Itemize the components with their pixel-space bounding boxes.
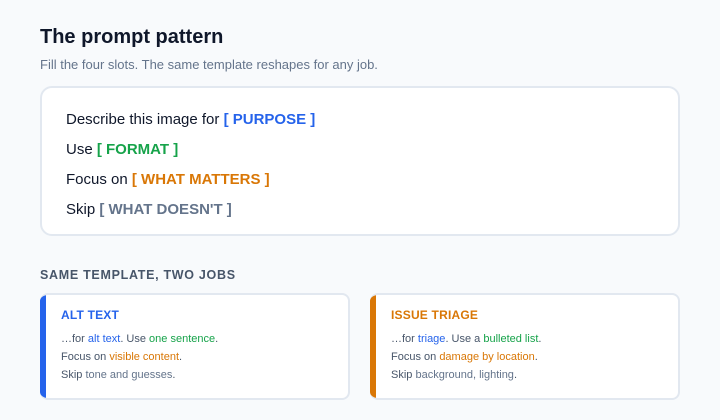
job-text: . Use a <box>445 333 484 345</box>
template-text: Use <box>66 141 97 158</box>
purpose-slot: [ PURPOSE ] <box>223 111 316 128</box>
job-text: . <box>172 369 176 381</box>
job-text: . <box>513 369 517 381</box>
job-format: one sentence <box>149 333 216 345</box>
template-line-skip: Skip [ WHAT DOESN'T ] <box>66 200 678 230</box>
job-focus-line: Focus on visible content. <box>61 348 218 366</box>
job-focus: visible content <box>109 351 180 363</box>
template-text: Describe this image for <box>66 111 224 128</box>
section-label: SAME TEMPLATE, TWO JOBS <box>40 268 236 282</box>
prompt-template-card: Describe this image for [ PURPOSE ] Use … <box>40 86 680 236</box>
job-title: ALT TEXT <box>61 308 120 322</box>
job-focus-line: Focus on damage by location. <box>391 348 541 366</box>
what-doesnt-slot: [ WHAT DOESN'T ] <box>99 201 232 218</box>
job-text: . <box>538 333 542 345</box>
page-title: The prompt pattern <box>40 26 224 48</box>
page-subtitle: Fill the four slots. The same template r… <box>40 57 378 72</box>
job-text: . <box>179 351 183 363</box>
what-matters-slot: [ WHAT MATTERS ] <box>131 171 270 188</box>
job-purpose-format-line: …for triage. Use a bulleted list. <box>391 330 541 348</box>
job-card-issue-triage: ISSUE TRIAGE …for triage. Use a bulleted… <box>370 293 680 400</box>
job-text: . <box>534 351 538 363</box>
job-body: ALT TEXT …for alt text. Use one sentence… <box>61 308 218 384</box>
job-accent-bar <box>370 295 376 398</box>
format-slot: [ FORMAT ] <box>96 141 179 158</box>
job-skip: tone and guesses <box>85 369 173 381</box>
job-text: …for <box>391 333 418 345</box>
job-text: . Use <box>120 333 150 345</box>
job-body: ISSUE TRIAGE …for triage. Use a bulleted… <box>391 308 541 384</box>
job-skip: background, lighting <box>415 369 514 381</box>
job-card-alt-text: ALT TEXT …for alt text. Use one sentence… <box>40 293 350 400</box>
job-focus: damage by location <box>439 351 535 363</box>
job-text: Skip <box>391 369 416 381</box>
template-text: Focus on <box>66 171 132 188</box>
job-text: . <box>215 333 219 345</box>
job-skip-line: Skip background, lighting. <box>391 366 541 384</box>
job-skip-line: Skip tone and guesses. <box>61 366 218 384</box>
job-format: bulleted list <box>483 333 539 345</box>
job-purpose: triage <box>417 333 446 345</box>
job-title: ISSUE TRIAGE <box>391 308 479 322</box>
job-purpose-format-line: …for alt text. Use one sentence. <box>61 330 218 348</box>
template-text: Skip <box>66 201 100 218</box>
job-text: …for <box>61 333 88 345</box>
job-text: Skip <box>61 369 86 381</box>
job-text: Focus on <box>391 351 440 363</box>
job-purpose: alt text <box>87 333 121 345</box>
job-text: Focus on <box>61 351 110 363</box>
job-accent-bar <box>40 295 46 398</box>
template-line-purpose: Describe this image for [ PURPOSE ] <box>66 110 678 140</box>
template-line-format: Use [ FORMAT ] <box>66 140 678 170</box>
template-line-focus: Focus on [ WHAT MATTERS ] <box>66 170 678 200</box>
